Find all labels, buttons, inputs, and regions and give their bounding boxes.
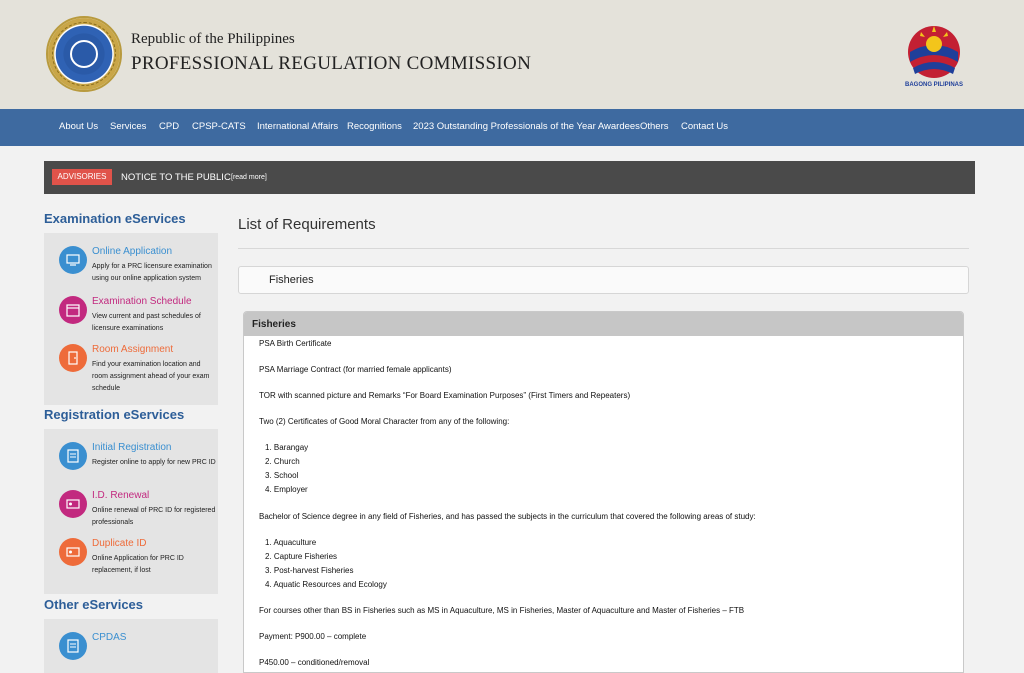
examination-eservices-box: Online Application Apply for a PRC licen… [44,233,218,405]
room-assignment-link[interactable]: Room Assignment [92,344,173,355]
panel-title: Fisheries [252,319,296,330]
calendar-icon [59,296,87,324]
id-renewal-item[interactable]: I.D. Renewal Online renewal of PRC ID fo… [59,490,218,532]
other-eservices-box: CPDAS [44,619,218,673]
duplicate-id-item[interactable]: Duplicate ID Online Application for PRC … [59,538,218,580]
selected-profession: Fisheries [269,274,314,286]
online-application-desc: Apply for a PRC licensure examination us… [92,263,212,282]
list-item: 3. School [265,471,299,480]
examination-schedule-desc: View current and past schedules of licen… [92,313,201,332]
id-card-icon [59,490,87,518]
list-item: 2. Church [265,457,300,466]
nav-outstanding-professionals[interactable]: 2023 Outstanding Professionals of the Ye… [413,121,640,132]
registration-eservices-title: Registration eServices [44,407,185,422]
republic-label: Republic of the Philippines [131,31,295,47]
list-item: 1. Aquaculture [265,538,317,547]
registration-eservices-box: Initial Registration Register online to … [44,429,218,594]
advisory-headline[interactable]: NOTICE TO THE PUBLIC [121,172,231,183]
req-good-moral: Two (2) Certificates of Good Moral Chara… [259,417,510,426]
bagong-pilipinas-logo: BAGONG PILIPINAS [905,26,963,88]
duplicate-id-link[interactable]: Duplicate ID [92,538,146,549]
examination-eservices-title: Examination eServices [44,211,186,226]
nav-cpd[interactable]: CPD [159,121,179,132]
list-item: 4. Employer [265,485,308,494]
requirements-panel: Fisheries PSA Birth Certificate PSA Marr… [243,311,964,673]
svg-text:BAGONG PILIPINAS: BAGONG PILIPINAS [905,82,963,88]
nav-international-affairs[interactable]: International Affairs [257,121,338,132]
id-card-icon [59,538,87,566]
online-application-link[interactable]: Online Application [92,246,172,257]
req-bachelor-degree: Bachelor of Science degree in any field … [259,512,756,521]
main-nav: About Us Services CPD CPSP-CATS Internat… [0,109,1024,146]
payment-complete: Payment: P900.00 – complete [259,632,367,641]
read-more-link[interactable]: [read more] [231,174,267,181]
document-icon [59,442,87,470]
examination-schedule-item[interactable]: Examination Schedule View current and pa… [59,296,218,338]
room-assignment-desc: Find your examination location and room … [92,361,210,392]
cpdas-link[interactable]: CPDAS [92,632,126,643]
nav-recognitions[interactable]: Recognitions [347,121,402,132]
computer-icon [59,246,87,274]
other-eservices-title: Other eServices [44,597,144,612]
page-title: List of Requirements [238,216,376,233]
room-assignment-item[interactable]: Room Assignment Find your examination lo… [59,344,218,399]
nav-contact-us[interactable]: Contact Us [681,121,728,132]
panel-header: Fisheries [244,312,963,336]
door-icon [59,344,87,372]
nav-about-us[interactable]: About Us [59,121,98,132]
site-header: Republic of the Philippines PROFESSIONAL… [0,0,1024,109]
advisories-tag[interactable]: ADVISORIES [52,169,112,185]
nav-services[interactable]: Services [110,121,146,132]
list-item: 3. Post-harvest Fisheries [265,566,354,575]
examination-schedule-link[interactable]: Examination Schedule [92,296,192,307]
initial-registration-link[interactable]: Initial Registration [92,442,171,453]
profession-selector[interactable]: Fisheries [238,266,969,294]
req-marriage-contract: PSA Marriage Contract (for married femal… [259,365,452,374]
list-item: 4. Aquatic Resources and Ecology [265,580,387,589]
req-birth-certificate: PSA Birth Certificate [259,339,332,348]
list-item: 2. Capture Fisheries [265,552,338,561]
advisory-bar: ADVISORIES NOTICE TO THE PUBLIC [read mo… [44,161,975,194]
nav-cpsp-cats[interactable]: CPSP-CATS [192,121,246,132]
payment-conditioned: P450.00 – conditioned/removal [259,658,370,667]
req-tor: TOR with scanned picture and Remarks “Fo… [259,391,631,400]
list-item: 1. Barangay [265,443,309,452]
duplicate-id-desc: Online Application for PRC ID replacemen… [92,555,184,574]
initial-registration-item[interactable]: Initial Registration Register online to … [59,442,218,484]
nav-others[interactable]: Others [640,121,669,132]
id-renewal-desc: Online renewal of PRC ID for registered … [92,507,216,526]
id-renewal-link[interactable]: I.D. Renewal [92,490,149,501]
initial-registration-desc: Register online to apply for new PRC ID [92,459,216,466]
online-application-item[interactable]: Online Application Apply for a PRC licen… [59,246,218,296]
prc-seal-logo[interactable] [46,16,122,92]
req-other-courses: For courses other than BS in Fisheries s… [259,606,745,615]
cpdas-item[interactable]: CPDAS [59,632,218,666]
title-divider [238,248,969,249]
document-icon [59,632,87,660]
commission-title[interactable]: PROFESSIONAL REGULATION COMMISSION [131,53,531,75]
